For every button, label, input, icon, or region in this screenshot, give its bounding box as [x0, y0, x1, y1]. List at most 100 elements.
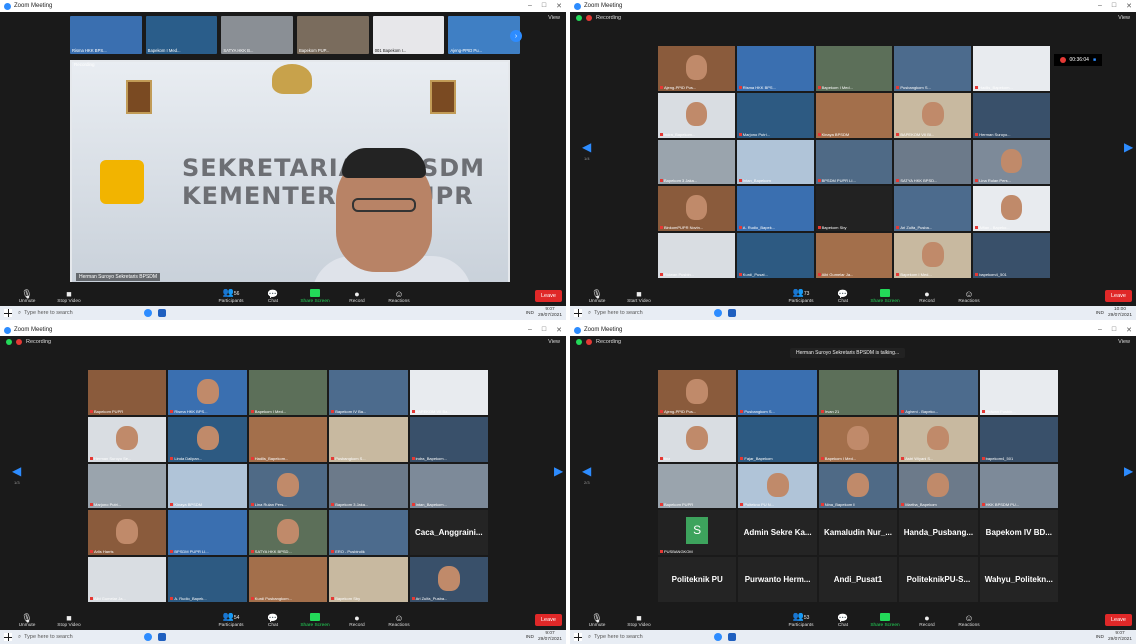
participant-tile[interactable]: Politeknik PU — [658, 557, 737, 602]
participant-tile[interactable]: Hadlis_Bapekom... — [973, 46, 1050, 91]
participant-tile[interactable]: Irvan 21 — [818, 370, 898, 415]
word-app-icon[interactable] — [728, 309, 736, 317]
prev-page-icon[interactable]: ◀ — [582, 140, 591, 154]
participant-tile[interactable]: Bapekom IV BD... — [979, 510, 1058, 556]
participant-tile[interactable]: Bapekom I Med... — [248, 370, 328, 415]
strip-next-icon[interactable]: › — [510, 30, 522, 42]
zoom-app-icon[interactable] — [714, 309, 722, 317]
leave-button[interactable]: Leave — [1105, 290, 1132, 302]
zoom-app-icon[interactable] — [144, 633, 152, 641]
participant-tile[interactable]: Pusbangkom S... — [894, 46, 972, 91]
participant-tile[interactable]: Albi Gumelar Ja... — [88, 557, 167, 602]
participant-tile[interactable]: Herman Suroyo Se... — [88, 416, 167, 462]
participant-tile[interactable]: Admin Sekre Ka... — [738, 510, 817, 556]
participant-tile[interactable]: BinkomPUPR Novin... — [658, 186, 735, 232]
participant-tile[interactable]: Fajar_Bapekom — [738, 416, 817, 462]
unmute-button[interactable]: 🎙 Unmute — [576, 289, 618, 304]
participant-tile[interactable]: A. Rudio_Bapek... — [168, 557, 247, 602]
participant-tile[interactable]: Ridwan Pusbin... — [979, 370, 1058, 415]
stop-video-button[interactable]: ■ Stop Video — [48, 289, 90, 304]
participant-tile[interactable]: Nina_Bapekom II — [818, 463, 898, 509]
participant-tile[interactable]: BPSDM PUPR LI... — [168, 510, 247, 556]
participant-tile[interactable]: Kinaya BPSDM — [168, 463, 247, 509]
close-icon[interactable]: ✕ — [1126, 326, 1132, 334]
maximize-icon[interactable]: □ — [542, 326, 546, 334]
stop-video-button[interactable]: ■ Stop Video — [618, 613, 660, 628]
reactions-button[interactable]: ☺ Reactions — [948, 613, 990, 628]
participant-tile[interactable]: bapekom4_501 — [973, 233, 1050, 278]
participant-tile[interactable]: ERO - Pusbindik — [329, 510, 408, 556]
participant-tile[interactable]: Kinaya BPSDM — [815, 92, 893, 138]
unmute-button[interactable]: 🎙 Unmute — [6, 613, 48, 628]
close-icon[interactable]: ✕ — [1126, 2, 1132, 10]
share-screen-button[interactable]: Share Screen — [864, 613, 906, 628]
zoom-app-icon[interactable] — [714, 633, 722, 641]
participant-tile[interactable]: Purwanto Herm... — [738, 557, 817, 602]
participant-tile[interactable]: PoliteknikPU-S... — [899, 557, 978, 602]
record-button[interactable]: ● Record — [906, 613, 948, 628]
word-app-icon[interactable] — [728, 633, 736, 641]
taskbar-search[interactable]: ⌕ Type here to search — [18, 634, 138, 641]
participant-tile[interactable]: Marjono Putri... — [88, 463, 167, 509]
zoom-app-icon[interactable] — [144, 309, 152, 317]
view-button[interactable]: View — [548, 15, 560, 21]
maximize-icon[interactable]: □ — [542, 2, 546, 10]
participant-tile[interactable]: Linda Dalipan... — [168, 416, 247, 462]
participant-tile[interactable]: Bapekom I Med... — [894, 233, 972, 278]
minimize-icon[interactable]: – — [1098, 2, 1102, 10]
participant-tile[interactable]: Wahyu_Politekn... — [979, 557, 1058, 602]
leave-button[interactable]: Leave — [535, 614, 562, 626]
participant-tile[interactable]: Bapekom I Med... — [818, 416, 898, 462]
prev-page-icon[interactable]: ◀ — [582, 464, 591, 478]
strip-thumb[interactable]: SATYA HKK B... — [221, 16, 294, 54]
view-button[interactable]: View — [548, 339, 560, 345]
participant-tile[interactable]: Intan_Bapekom — [736, 139, 814, 185]
participant-tile[interactable]: BAPEKOM VII Ba... — [409, 370, 488, 415]
reactions-button[interactable]: ☺ Reactions — [378, 613, 420, 628]
unmute-button[interactable]: 🎙 Unmute — [6, 289, 48, 304]
participant-tile[interactable]: Bapekom IV Ba... — [329, 370, 408, 415]
record-button[interactable]: ● Record — [336, 613, 378, 628]
participant-tile[interactable]: Kurdi Pusbangkom... — [248, 557, 328, 602]
participant-tile[interactable]: Bapekom PUPR — [658, 463, 737, 509]
participant-tile[interactable]: Astri Wiyani S... — [899, 416, 978, 462]
chat-button[interactable]: 💬 Chat — [822, 289, 864, 304]
participant-tile[interactable]: Bapekom PUPR — [88, 370, 167, 415]
chat-button[interactable]: 💬 Chat — [822, 613, 864, 628]
participant-tile[interactable]: S PUSBANGKOM — [658, 510, 737, 556]
taskbar-search[interactable]: ⌕ Type here to search — [588, 634, 708, 641]
participant-tile[interactable]: Herman Suroyo... — [973, 92, 1050, 138]
start-video-button[interactable]: ■ Start Video — [618, 289, 660, 304]
participant-tile[interactable]: Marjono Putri... — [736, 92, 814, 138]
minimize-icon[interactable]: – — [528, 326, 532, 334]
strip-thumb[interactable]: 001 Bapekom I... — [372, 16, 445, 54]
next-page-icon[interactable]: ▶ — [1124, 464, 1133, 478]
participant-tile[interactable]: Lina Rulan Pers... — [248, 463, 328, 509]
participant-tile[interactable]: Bapekom 3 Jaka... — [329, 463, 408, 509]
leave-button[interactable]: Leave — [1105, 614, 1132, 626]
taskbar-search[interactable]: ⌕ Type here to search — [588, 310, 708, 317]
participant-tile[interactable]: Kurdi_Pusat... — [736, 233, 814, 278]
strip-thumb[interactable]: Bapekom I Med... — [145, 16, 218, 54]
participant-tile[interactable]: Handa_Pusbang... — [899, 510, 978, 556]
chat-button[interactable]: 💬 Chat — [252, 289, 294, 304]
participant-tile[interactable]: BPSDM PUPR LI... — [815, 139, 893, 185]
reactions-button[interactable]: ☺ Reactions — [378, 289, 420, 304]
word-app-icon[interactable] — [158, 633, 166, 641]
participant-tile[interactable]: Lina Rulan Pers... — [973, 139, 1050, 185]
minimize-icon[interactable]: – — [528, 2, 532, 10]
participant-tile[interactable]: Risma HKK BPS... — [736, 46, 814, 91]
participant-tile[interactable]: BAPEKOM VII Bl... — [894, 92, 972, 138]
view-button[interactable]: View — [1118, 15, 1130, 21]
participants-button[interactable]: 👥54 Participants — [210, 611, 252, 628]
participant-tile[interactable]: Ridwan Pusbin... — [658, 233, 735, 278]
participant-tile[interactable]: bapekom4_501 — [979, 416, 1058, 462]
word-app-icon[interactable] — [158, 309, 166, 317]
participant-tile[interactable]: SATYA HKK BPSD... — [894, 139, 972, 185]
windows-start-icon[interactable] — [4, 633, 12, 641]
participant-tile[interactable]: indra_Bapekom... — [658, 92, 735, 138]
participant-tile[interactable]: Kamaludin Nur_... — [818, 510, 898, 556]
participant-tile[interactable]: Ari Zulfa_Pusba... — [409, 557, 488, 602]
close-icon[interactable]: ✕ — [556, 2, 562, 10]
participant-tile[interactable]: Intan_Bapekom... — [409, 463, 488, 509]
